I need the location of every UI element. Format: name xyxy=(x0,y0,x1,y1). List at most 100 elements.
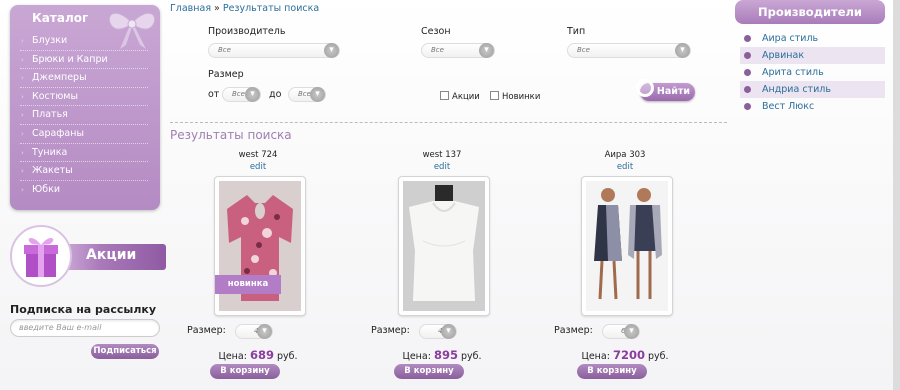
catalog-item[interactable]: › Брюки и Капри xyxy=(20,51,148,70)
product-image xyxy=(403,181,485,311)
manufacturer-label: Производитель xyxy=(208,26,286,37)
manufacturer-select[interactable]: Все ▾ xyxy=(208,43,340,58)
producer-item[interactable]: Андриа стиль xyxy=(740,81,885,98)
price: Цена: 689 руб. xyxy=(218,348,298,362)
price-value: 7200 xyxy=(612,348,645,362)
new-checkbox[interactable]: Новинки xyxy=(490,91,540,102)
chevron-down-icon: ▾ xyxy=(675,43,690,58)
checkbox-box[interactable] xyxy=(440,91,449,100)
chevron-down-icon: ▾ xyxy=(441,324,456,339)
bullet-icon: › xyxy=(21,148,24,157)
breadcrumb-separator: » xyxy=(214,3,220,14)
type-select[interactable]: Все ▾ xyxy=(567,43,691,58)
chevron-down-icon: ▾ xyxy=(624,324,639,339)
catalog-item[interactable]: › Сарафаны xyxy=(20,125,148,144)
catalog-item[interactable]: › Жакеты xyxy=(20,162,148,181)
bullet-icon xyxy=(744,103,751,110)
catalog-list: › Блузки › Брюки и Капри › Джемперы › Костюм… xyxy=(20,32,148,199)
catalog-title: Каталог xyxy=(32,11,89,25)
bullet-icon xyxy=(744,86,751,93)
size-label: Размер: xyxy=(187,325,226,336)
catalog-item[interactable]: › Блузки xyxy=(20,32,148,51)
size-from-label: от xyxy=(208,89,220,100)
chevron-down-icon: ▾ xyxy=(310,87,325,102)
add-to-cart-button[interactable]: В корзину xyxy=(577,364,647,379)
edit-link[interactable]: edit xyxy=(550,162,700,172)
size-select[interactable]: 48▾ xyxy=(235,324,273,339)
price: Цена: 7200 руб. xyxy=(581,348,669,362)
promo-banner[interactable]: Акции xyxy=(8,222,166,292)
add-to-cart-button[interactable]: В корзину xyxy=(210,364,280,379)
subscribe-title: Подписка на рассылку xyxy=(10,303,157,316)
gift-box-icon xyxy=(24,237,58,277)
add-to-cart-button[interactable]: В корзину xyxy=(394,364,464,379)
producer-item[interactable]: Аира стиль xyxy=(740,30,885,47)
product-name[interactable]: Аира 303 xyxy=(550,150,700,160)
results-title: Результаты поиска xyxy=(170,128,292,142)
bullet-icon: › xyxy=(21,167,24,176)
price: Цена: 895 руб. xyxy=(402,348,482,362)
breadcrumb-home[interactable]: Главная xyxy=(170,3,211,14)
search-button[interactable]: Найти xyxy=(636,79,695,101)
bullet-icon: › xyxy=(21,55,24,64)
edit-link[interactable]: edit xyxy=(183,162,333,172)
bullet-icon: › xyxy=(21,74,24,83)
catalog-item[interactable]: › Джемперы xyxy=(20,69,148,88)
new-badge: новинка xyxy=(215,275,281,294)
chevron-down-icon: ▾ xyxy=(245,87,260,102)
catalog-item[interactable]: › Юбки xyxy=(20,181,148,200)
product-image xyxy=(586,181,668,311)
chevron-down-icon: ▾ xyxy=(257,324,272,339)
checkbox-box[interactable] xyxy=(490,91,499,100)
size-row: Размер: 48▾ xyxy=(187,323,327,339)
divider xyxy=(170,122,727,123)
edit-link[interactable]: edit xyxy=(367,162,517,172)
subscribe-button[interactable]: Подписаться xyxy=(91,344,159,359)
bullet-icon xyxy=(744,52,751,59)
product-image-frame[interactable] xyxy=(398,176,490,316)
promo-checkbox[interactable]: Акции xyxy=(440,91,480,102)
price-value: 895 xyxy=(433,348,458,362)
gift-frame xyxy=(10,225,72,287)
size-select[interactable]: 62▾ xyxy=(602,324,640,339)
size-select[interactable]: 42▾ xyxy=(419,324,457,339)
size-row: Размер: 62▾ xyxy=(554,323,694,339)
size-label: Размер: xyxy=(371,325,410,336)
producer-item[interactable]: Арита стиль xyxy=(740,64,885,81)
size-from-select[interactable]: Все ▾ xyxy=(222,87,261,102)
catalog-panel: Каталог › Блузки › Брюки и Капри › Джемперы… xyxy=(10,5,160,210)
catalog-item[interactable]: › Туника xyxy=(20,144,148,163)
producers-list: Аира стиль Арвинак Арита стиль Андриа ст… xyxy=(740,30,885,115)
producer-item[interactable]: Арвинак xyxy=(740,47,885,64)
size-label: Размер xyxy=(208,69,244,80)
product-name[interactable]: west 724 xyxy=(183,150,333,160)
size-to-select[interactable]: Все ▾ xyxy=(288,87,326,102)
product-image-frame[interactable] xyxy=(581,176,673,316)
season-select[interactable]: Все ▾ xyxy=(421,43,495,58)
bullet-icon: › xyxy=(21,129,24,138)
scrollbar-track[interactable] xyxy=(893,0,900,390)
size-to-label: до xyxy=(269,89,282,100)
product-card: west 724 edit новинка Размер: 48▾ Цена: … xyxy=(183,150,333,379)
catalog-item[interactable]: › Костюмы xyxy=(20,88,148,107)
producers-title: Производители xyxy=(735,0,885,24)
product-name[interactable]: west 137 xyxy=(367,150,517,160)
product-image-frame[interactable]: новинка xyxy=(214,176,306,316)
magnifier-icon xyxy=(636,79,654,97)
bullet-icon xyxy=(744,35,751,42)
producer-item[interactable]: Вест Люкс xyxy=(740,98,885,115)
catalog-item[interactable]: › Платья xyxy=(20,106,148,125)
size-row: Размер: 42▾ xyxy=(371,323,511,339)
product-card: Аира 303 edit Размер: 62▾ Цена: 7200 руб… xyxy=(550,150,700,379)
promo-label: Акции xyxy=(86,247,137,263)
bullet-icon xyxy=(744,69,751,76)
size-label: Размер: xyxy=(554,325,593,336)
season-label: Сезон xyxy=(421,26,451,37)
bullet-icon: › xyxy=(21,37,24,45)
type-label: Тип xyxy=(567,26,586,37)
email-input[interactable]: введите Ваш e-mail xyxy=(10,319,160,337)
bullet-icon: › xyxy=(21,111,24,120)
bullet-icon: › xyxy=(21,92,24,101)
breadcrumb-current[interactable]: Результаты поиска xyxy=(223,3,319,14)
bullet-icon: › xyxy=(21,185,24,194)
